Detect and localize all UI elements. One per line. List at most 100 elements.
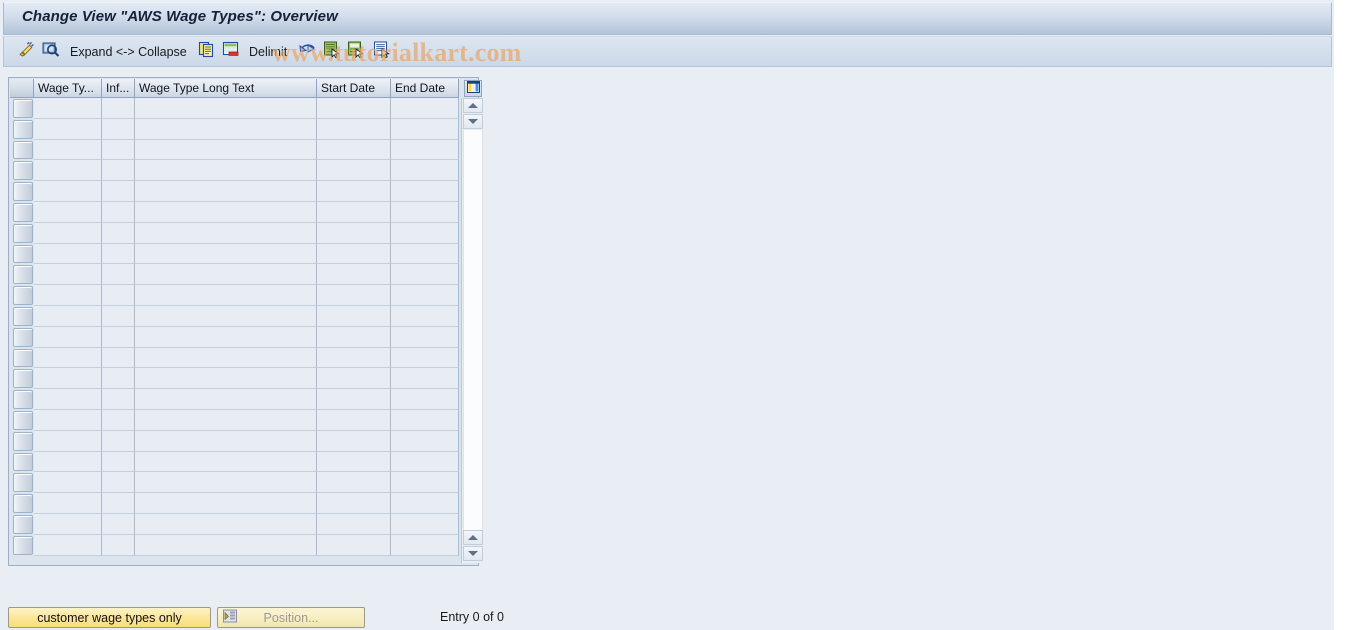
table-header-wage_type[interactable]: Wage Ty... <box>34 79 102 98</box>
table-cell-end_date[interactable] <box>391 389 459 410</box>
table-cell-wage_type[interactable] <box>34 222 102 244</box>
table-cell-infotype[interactable] <box>102 430 135 452</box>
table-cell-infotype[interactable] <box>102 305 135 327</box>
table-cell-infotype[interactable] <box>102 160 135 182</box>
table-cell-infotype[interactable] <box>102 409 135 431</box>
table-cell-infotype[interactable] <box>102 534 135 556</box>
scroll-up-button-bottom[interactable] <box>463 530 483 545</box>
row-selector-cell[interactable] <box>13 286 33 305</box>
toolbar-button-expand-collapse[interactable]: Expand <-> Collapse <box>70 37 187 66</box>
table-cell-wage_type[interactable] <box>34 347 102 369</box>
table-row[interactable] <box>10 222 459 244</box>
table-cell-infotype[interactable] <box>102 347 135 369</box>
table-cell-wage_type[interactable] <box>34 98 102 119</box>
table-row[interactable] <box>10 493 459 514</box>
table-row[interactable] <box>10 513 459 535</box>
row-selector-cell[interactable] <box>13 410 33 430</box>
table-row[interactable] <box>10 98 459 119</box>
table-cell-long_text[interactable] <box>135 326 317 348</box>
table-cell-infotype[interactable] <box>102 264 135 286</box>
table-row[interactable] <box>10 347 459 369</box>
table-cell-long_text[interactable] <box>135 368 317 390</box>
table-cell-long_text[interactable] <box>135 98 317 119</box>
scroll-track[interactable] <box>463 130 483 530</box>
table-row[interactable] <box>10 285 459 306</box>
table-cell-long_text[interactable] <box>135 513 317 535</box>
table-cell-wage_type[interactable] <box>34 139 102 161</box>
row-selector-cell[interactable] <box>13 348 33 368</box>
table-cell-long_text[interactable] <box>135 243 317 265</box>
row-selector-cell[interactable] <box>13 182 33 201</box>
table-cell-infotype[interactable] <box>102 326 135 348</box>
table-cell-end_date[interactable] <box>391 513 459 535</box>
row-selector-cell[interactable] <box>13 306 33 326</box>
row-selector-cell[interactable] <box>13 202 33 222</box>
table-cell-start_date[interactable] <box>317 264 391 286</box>
row-selector-cell[interactable] <box>13 431 33 451</box>
table-cell-long_text[interactable] <box>135 430 317 452</box>
scroll-down-button-bottom[interactable] <box>463 546 483 561</box>
table-cell-infotype[interactable] <box>102 513 135 535</box>
table-cell-start_date[interactable] <box>317 326 391 348</box>
table-cell-long_text[interactable] <box>135 139 317 161</box>
table-row[interactable] <box>10 201 459 223</box>
table-cell-wage_type[interactable] <box>34 493 102 514</box>
table-row[interactable] <box>10 534 459 556</box>
table-cell-infotype[interactable] <box>102 118 135 140</box>
table-cell-start_date[interactable] <box>317 389 391 410</box>
table-cell-long_text[interactable] <box>135 264 317 286</box>
table-cell-end_date[interactable] <box>391 285 459 306</box>
table-cell-start_date[interactable] <box>317 493 391 514</box>
table-cell-start_date[interactable] <box>317 243 391 265</box>
table-cell-wage_type[interactable] <box>34 472 102 494</box>
table-row[interactable] <box>10 264 459 286</box>
table-cell-end_date[interactable] <box>391 493 459 514</box>
table-row[interactable] <box>10 160 459 182</box>
row-selector-cell[interactable] <box>13 369 33 389</box>
table-cell-wage_type[interactable] <box>34 368 102 390</box>
table-cell-long_text[interactable] <box>135 409 317 431</box>
table-cell-start_date[interactable] <box>317 98 391 119</box>
table-row[interactable] <box>10 389 459 410</box>
table-cell-start_date[interactable] <box>317 409 391 431</box>
table-header-infotype[interactable]: Inf... <box>102 79 135 98</box>
table-cell-long_text[interactable] <box>135 181 317 202</box>
table-cell-infotype[interactable] <box>102 368 135 390</box>
table-row[interactable] <box>10 139 459 161</box>
table-cell-end_date[interactable] <box>391 222 459 244</box>
table-cell-long_text[interactable] <box>135 389 317 410</box>
table-cell-long_text[interactable] <box>135 118 317 140</box>
toolbar-button-delimit[interactable]: Delimit <box>249 37 287 66</box>
table-cell-start_date[interactable] <box>317 347 391 369</box>
table-cell-long_text[interactable] <box>135 534 317 556</box>
table-cell-start_date[interactable] <box>317 160 391 182</box>
table-cell-end_date[interactable] <box>391 368 459 390</box>
row-selector-cell[interactable] <box>13 140 33 160</box>
table-cell-end_date[interactable] <box>391 98 459 119</box>
table-cell-long_text[interactable] <box>135 285 317 306</box>
table-row[interactable] <box>10 326 459 348</box>
table-cell-long_text[interactable] <box>135 160 317 182</box>
table-vertical-scroll[interactable] <box>461 98 484 563</box>
table-cell-wage_type[interactable] <box>34 513 102 535</box>
table-cell-long_text[interactable] <box>135 222 317 244</box>
table-cell-wage_type[interactable] <box>34 451 102 473</box>
table-cell-start_date[interactable] <box>317 430 391 452</box>
table-cell-infotype[interactable] <box>102 201 135 223</box>
table-cell-end_date[interactable] <box>391 326 459 348</box>
table-cell-wage_type[interactable] <box>34 160 102 182</box>
row-selector-cell[interactable] <box>13 119 33 139</box>
table-cell-end_date[interactable] <box>391 451 459 473</box>
table-cell-end_date[interactable] <box>391 305 459 327</box>
row-selector-cell[interactable] <box>13 265 33 285</box>
table-cell-wage_type[interactable] <box>34 305 102 327</box>
table-cell-end_date[interactable] <box>391 160 459 182</box>
table-cell-infotype[interactable] <box>102 389 135 410</box>
table-cell-wage_type[interactable] <box>34 118 102 140</box>
table-cell-long_text[interactable] <box>135 305 317 327</box>
table-header-selector[interactable] <box>10 79 34 98</box>
table-settings-button[interactable] <box>464 80 482 97</box>
row-selector-cell[interactable] <box>13 99 33 118</box>
row-selector-cell[interactable] <box>13 390 33 409</box>
toolbar-button-undo[interactable] <box>298 37 318 66</box>
